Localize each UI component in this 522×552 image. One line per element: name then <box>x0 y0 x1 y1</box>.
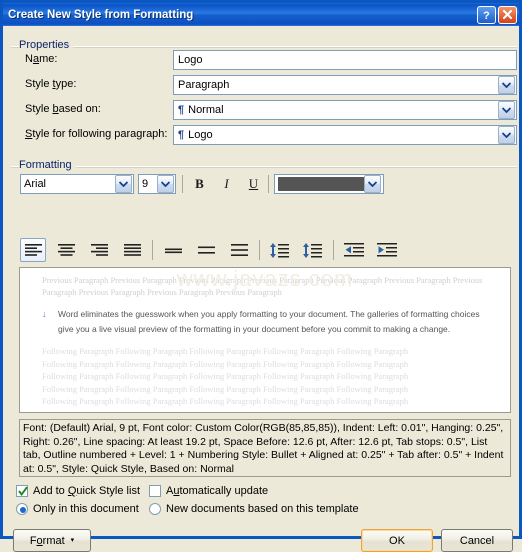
dialog-title: Create New Style from Formatting <box>8 9 475 21</box>
new-documents-label: New documents based on this template <box>166 503 359 515</box>
underline-button[interactable]: U <box>242 173 265 195</box>
preview-following-line: Following Paragraph Following Paragraph … <box>42 345 496 358</box>
preview-sample-text: Word eliminates the guesswork when you a… <box>58 307 492 337</box>
name-label: Name: <box>25 53 57 65</box>
title-bar: Create New Style from Formatting ? <box>3 3 519 26</box>
style-based-on-dropdown[interactable]: ¶ Normal <box>173 100 517 120</box>
italic-button[interactable]: I <box>215 173 238 195</box>
format-button-label: Format <box>30 535 65 547</box>
align-right-button[interactable] <box>86 238 112 262</box>
bullet-arrow-icon: ↓ <box>42 307 58 337</box>
italic-label: I <box>224 176 228 192</box>
name-input[interactable]: Logo <box>173 50 517 70</box>
toolbar-separator <box>259 240 260 260</box>
watermark-text: www.javazs.com <box>177 267 354 292</box>
style-based-on-value: Normal <box>188 104 223 116</box>
formatting-group-label: Formatting <box>19 159 76 171</box>
automatically-update-label: Automatically update <box>166 485 268 497</box>
caret-down-icon: ▾ <box>71 537 75 544</box>
add-to-quick-style-list-checkbox[interactable]: Add to Quick Style list <box>16 485 140 497</box>
close-icon[interactable] <box>498 6 517 24</box>
svg-text:?: ? <box>483 10 490 21</box>
bold-button[interactable]: B <box>188 173 211 195</box>
preview-sample-paragraph: ↓ Word eliminates the guesswork when you… <box>42 307 510 337</box>
checkbox-checked-icon <box>16 485 28 497</box>
preview-following-line: Following Paragraph Following Paragraph … <box>42 370 496 383</box>
preview-following-paragraph: Following Paragraph Following Paragraph … <box>20 337 510 408</box>
dialog-body: Properties Name: Logo Style type: Paragr… <box>3 26 519 536</box>
cancel-button-label: Cancel <box>460 535 494 547</box>
name-input-value: Logo <box>178 54 202 66</box>
formatting-group-divider <box>11 166 517 168</box>
decrease-indent-button[interactable] <box>341 238 367 262</box>
preview-following-line: Following Paragraph Following Paragraph … <box>42 395 496 408</box>
increase-indent-button[interactable] <box>374 238 400 262</box>
preview-following-line: Following Paragraph Following Paragraph … <box>42 383 496 396</box>
style-following-paragraph-label: Style for following paragraph: <box>25 128 167 140</box>
style-following-paragraph-value: Logo <box>188 129 212 141</box>
only-in-this-document-radio[interactable]: Only in this document <box>16 503 139 515</box>
help-icon[interactable]: ? <box>477 6 496 24</box>
style-type-value: Paragraph <box>178 79 229 91</box>
chevron-down-icon[interactable] <box>498 126 515 144</box>
style-based-on-label: Style based on: <box>25 103 101 115</box>
checkbox-unchecked-icon <box>149 485 161 497</box>
font-size-value: 9 <box>142 178 148 190</box>
radio-unselected-icon <box>149 503 161 515</box>
cancel-button[interactable]: Cancel <box>441 529 513 552</box>
style-description: Font: (Default) Arial, 9 pt, Font color:… <box>19 419 511 477</box>
pilcrow-icon: ¶ <box>178 104 184 116</box>
font-family-value: Arial <box>24 178 46 190</box>
align-center-button[interactable] <box>53 238 79 262</box>
font-family-dropdown[interactable]: Arial <box>20 174 134 194</box>
font-size-dropdown[interactable]: 9 <box>138 174 176 194</box>
line-spacing-1-5-button[interactable] <box>193 238 219 262</box>
increase-paragraph-spacing-button[interactable] <box>300 238 326 262</box>
line-spacing-single-button[interactable] <box>160 238 186 262</box>
underline-label: U <box>249 176 258 192</box>
bold-label: B <box>195 176 204 192</box>
style-type-label: Style type: <box>25 78 76 90</box>
preview-following-line: Following Paragraph Following Paragraph … <box>42 358 496 371</box>
toolbar-separator <box>333 240 334 260</box>
create-new-style-dialog: Create New Style from Formatting ? Prope… <box>0 0 522 539</box>
style-preview-pane: www.javazs.com Previous Paragraph Previo… <box>19 267 511 413</box>
ok-button[interactable]: OK <box>361 529 433 552</box>
properties-group-label: Properties <box>19 39 73 51</box>
toolbar-separator <box>152 240 153 260</box>
align-justify-button[interactable] <box>119 238 145 262</box>
font-color-dropdown[interactable] <box>274 174 384 194</box>
align-left-button[interactable] <box>20 238 46 262</box>
font-color-swatch <box>278 177 364 191</box>
add-to-quick-style-list-label: Add to Quick Style list <box>33 485 140 497</box>
pilcrow-icon: ¶ <box>178 129 184 141</box>
style-following-paragraph-dropdown[interactable]: ¶ Logo <box>173 125 517 145</box>
toolbar-separator <box>182 175 183 193</box>
properties-group-divider <box>11 46 517 48</box>
toolbar-separator <box>268 175 269 193</box>
chevron-down-icon[interactable] <box>498 76 515 94</box>
ok-button-label: OK <box>389 535 405 547</box>
new-documents-radio[interactable]: New documents based on this template <box>149 503 359 515</box>
chevron-down-icon[interactable] <box>157 175 174 193</box>
chevron-down-icon[interactable] <box>498 101 515 119</box>
chevron-down-icon[interactable] <box>115 175 132 193</box>
radio-selected-icon <box>16 503 28 515</box>
line-spacing-double-button[interactable] <box>226 238 252 262</box>
format-button[interactable]: Format ▾ <box>13 529 91 552</box>
decrease-paragraph-spacing-button[interactable] <box>267 238 293 262</box>
chevron-down-icon[interactable] <box>364 175 381 193</box>
automatically-update-checkbox[interactable]: Automatically update <box>149 485 268 497</box>
style-type-dropdown[interactable]: Paragraph <box>173 75 517 95</box>
only-in-this-document-label: Only in this document <box>33 503 139 515</box>
